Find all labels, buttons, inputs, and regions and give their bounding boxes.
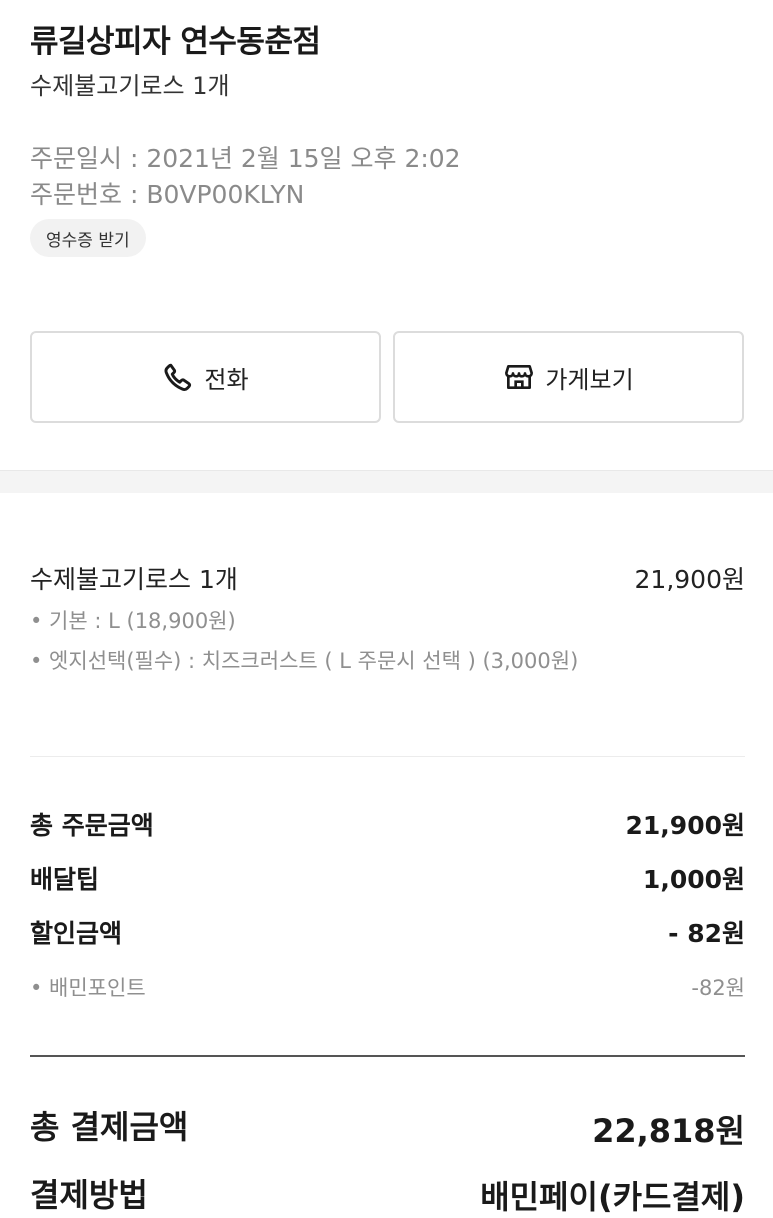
receipt-button[interactable]: 영수증 받기: [30, 219, 146, 257]
order-summary: 수제불고기로스 1개: [30, 72, 230, 100]
order-item-name: 수제불고기로스 1개: [30, 565, 238, 594]
view-store-button-label: 가게보기: [545, 365, 634, 394]
call-button[interactable]: 전화: [30, 331, 381, 423]
order-date: 주문일시 : 2021년 2월 15일 오후 2:02: [30, 144, 461, 173]
payment-method-value: 배민페이(카드결제): [480, 1178, 745, 1216]
discount-label: 할인금액: [30, 919, 123, 948]
discount-detail-label: • 배민포인트: [30, 976, 146, 1000]
order-item-option: • 엣지선택(필수) : 치즈크러스트 ( L 주문시 선택 ) (3,000원…: [30, 649, 579, 673]
phone-icon: [164, 363, 192, 391]
order-total-label: 총 주문금액: [30, 811, 154, 840]
order-total-value: 21,900원: [625, 811, 745, 840]
clipped-header-fragment: [30, 0, 250, 4]
payment-total-value: 22,818원: [592, 1112, 745, 1150]
view-store-button[interactable]: 가게보기: [393, 331, 744, 423]
section-divider: [0, 470, 773, 493]
delivery-tip-label: 배달팁: [30, 865, 100, 894]
discount-detail-value: -82원: [691, 976, 745, 1000]
store-name[interactable]: 류길상피자 연수동춘점: [30, 16, 321, 61]
delivery-tip-value: 1,000원: [642, 865, 745, 894]
payment-total-label: 총 결제금액: [30, 1108, 189, 1146]
order-number: 주문번호 : B0VP00KLYN: [30, 180, 305, 209]
order-item-price: 21,900원: [634, 565, 745, 594]
payment-method-label: 결제방법: [30, 1176, 148, 1214]
divider: [30, 1055, 745, 1057]
divider: [30, 756, 745, 757]
order-item-option: • 기본 : L (18,900원): [30, 609, 236, 633]
discount-value: - 82원: [668, 919, 745, 948]
store-icon: [505, 365, 534, 389]
call-button-label: 전화: [204, 365, 249, 394]
